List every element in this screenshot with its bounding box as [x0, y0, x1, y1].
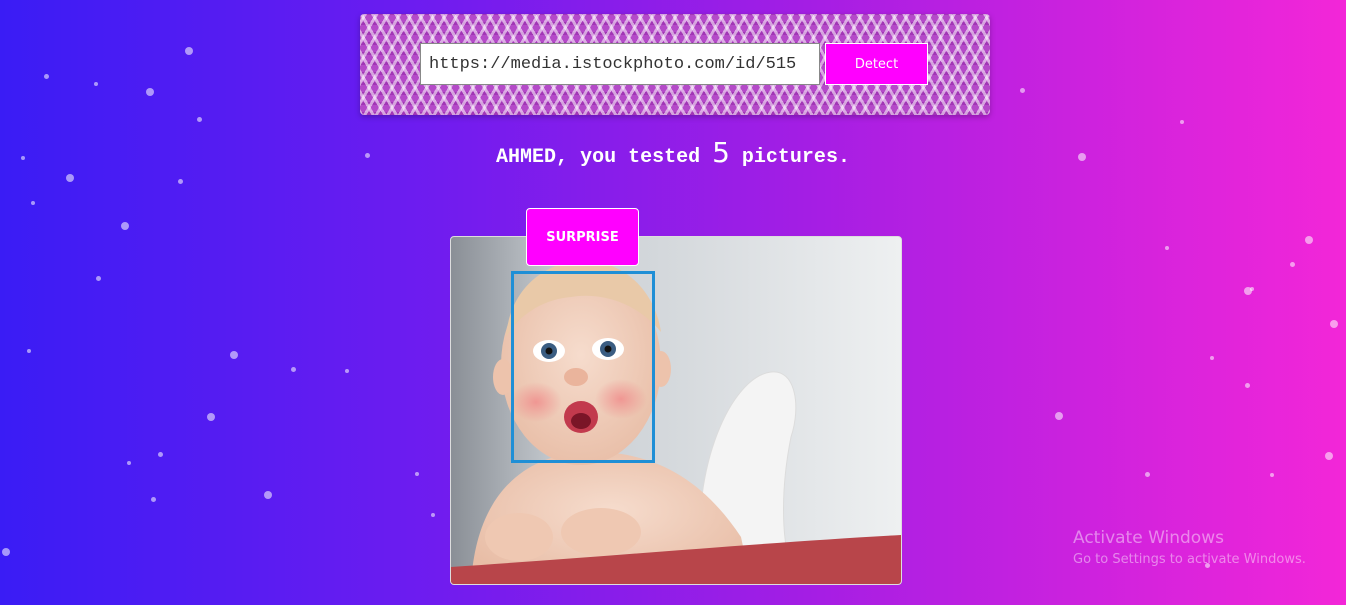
emotion-label: SURPRISE [526, 208, 639, 266]
tested-summary: AHMED, you tested 5 pictures. [0, 136, 1346, 169]
user-name: AHMED [496, 146, 557, 169]
particle-dot [27, 349, 31, 353]
particle-dot [127, 461, 131, 465]
particle-dot [66, 174, 74, 182]
particle-dot [1305, 236, 1313, 244]
detect-button[interactable]: Detect [825, 43, 928, 85]
particle-dot [345, 369, 349, 373]
particle-dot [264, 491, 272, 499]
particle-dot [96, 276, 101, 281]
particle-dot [158, 452, 163, 457]
particle-dot [1165, 246, 1169, 250]
particle-dot [1055, 412, 1063, 420]
particle-dot [1145, 472, 1150, 477]
particle-dot [185, 47, 193, 55]
particle-dot [2, 548, 10, 556]
particle-dot [1244, 287, 1252, 295]
face-detection-box [511, 271, 655, 463]
summary-suffix: pictures. [729, 146, 850, 169]
image-url-input[interactable] [420, 43, 820, 85]
particle-dot [1210, 356, 1214, 360]
particle-dot [1325, 452, 1333, 460]
summary-prefix: , you tested [556, 146, 713, 169]
particle-dot [1270, 473, 1274, 477]
activate-windows-watermark: Activate Windows Go to Settings to activ… [1073, 528, 1306, 567]
particle-dot [1290, 262, 1295, 267]
particle-dot [1245, 383, 1250, 388]
watermark-title: Activate Windows [1073, 528, 1224, 548]
particle-dot [94, 82, 98, 86]
particle-dot [178, 179, 183, 184]
watermark-subtitle: Go to Settings to activate Windows. [1073, 552, 1306, 567]
particle-dot [146, 88, 154, 96]
particle-dot [415, 472, 419, 476]
particle-dot [1250, 287, 1254, 291]
particle-dot [197, 117, 202, 122]
particle-dot [1020, 88, 1025, 93]
particle-dot [1330, 320, 1338, 328]
particle-dot [151, 497, 156, 502]
particle-dot [44, 74, 49, 79]
particle-dot [431, 513, 435, 517]
particle-dot [1180, 120, 1184, 124]
tested-count: 5 [712, 136, 730, 169]
particle-dot [31, 201, 35, 205]
particle-dot [207, 413, 215, 421]
particle-dot [121, 222, 129, 230]
particle-dot [291, 367, 296, 372]
particle-dot [230, 351, 238, 359]
